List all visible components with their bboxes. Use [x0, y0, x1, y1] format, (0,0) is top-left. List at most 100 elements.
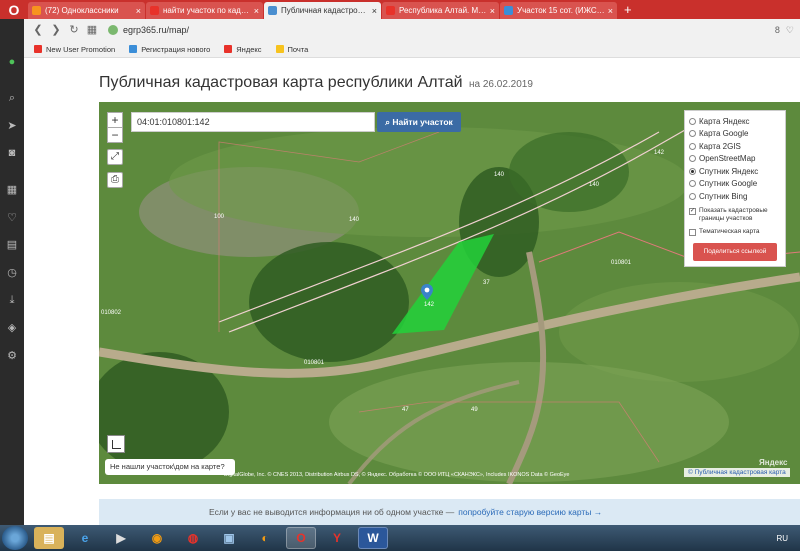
parcel-label: 140 — [589, 182, 600, 188]
whatsapp-icon[interactable]: ● — [5, 55, 19, 69]
tab-plot[interactable]: Участок 15 сот. (ИЖС) — × — [500, 2, 617, 19]
language-indicator[interactable]: RU — [776, 534, 788, 543]
measure-tool-button[interactable]: ⤢ — [107, 149, 123, 165]
layer-switcher: Карта Яндекс Карта Google Карта 2GIS Ope… — [684, 110, 786, 267]
radio-icon — [689, 130, 696, 138]
page-title: Публичная кадастровая карта республики А… — [99, 74, 533, 92]
gear-icon[interactable]: ⚙ — [5, 349, 19, 363]
layer-2gis-map[interactable]: Карта 2GIS — [689, 140, 781, 153]
cadastral-map[interactable]: + − ⤢ ⎙ 04:01:010801:142 ⌕ Найти участок… — [99, 102, 800, 484]
media-icon[interactable]: ◉ — [142, 527, 172, 549]
opera-menu-icon[interactable]: O — [0, 0, 28, 19]
layer-label: Карта 2GIS — [699, 141, 741, 151]
bookmark-label: Яндекс — [236, 44, 262, 54]
opera-sidebar: ● ⌕ ➤ ◙ ▦ ♡ ▤ ◷ ⤓ ◈ ⚙ — [0, 19, 24, 525]
layer-yandex-satellite[interactable]: Спутник Яндекс — [689, 165, 781, 178]
show-boundaries-label: Показать кадастровые границы участков — [699, 206, 768, 222]
bookmark-icon — [34, 45, 42, 53]
old-version-link[interactable]: попробуйте старую версию карты → — [458, 507, 602, 517]
camera-icon[interactable]: ◙ — [5, 146, 19, 160]
forward-button[interactable]: ❯ — [48, 22, 64, 38]
not-found-link[interactable]: Не нашли участок\дом на карте? — [105, 459, 235, 475]
page-content: Публичная кадастровая карта республики А… — [24, 58, 800, 525]
bookmark-item[interactable]: Регистрация нового — [129, 45, 210, 54]
layer-google-map[interactable]: Карта Google — [689, 128, 781, 141]
bookmark-item[interactable]: Яндекс — [224, 44, 262, 54]
speed-dial-icon[interactable]: ▦ — [84, 22, 100, 38]
layer-yandex-map[interactable]: Карта Яндекс — [689, 115, 781, 128]
explorer-icon[interactable]: ▤ — [34, 527, 64, 549]
firefox-icon[interactable]: ◐ — [250, 527, 280, 549]
radio-selected-icon — [689, 167, 696, 175]
public-cadastral-map-link[interactable]: © Публичная кадастровая карта — [684, 468, 790, 477]
opera-icon[interactable]: O — [286, 527, 316, 549]
tab-altai[interactable]: Республика Алтай. Майм × — [382, 2, 499, 19]
reload-button[interactable]: ↻ — [66, 22, 82, 38]
radio-icon — [689, 155, 696, 163]
new-tab-button[interactable]: + — [618, 2, 638, 19]
thematic-map-option[interactable]: Тематическая карта — [689, 228, 781, 237]
tab-cadastral-map[interactable]: Публичная кадастровая к × — [264, 2, 381, 19]
share-link-button[interactable]: Поделиться ссылкой — [693, 242, 777, 261]
download-icon[interactable]: ⤓ — [5, 293, 19, 307]
layer-osm[interactable]: OpenStreetMap — [689, 153, 781, 166]
close-icon[interactable]: × — [254, 6, 259, 16]
close-icon[interactable]: × — [608, 6, 613, 16]
news-icon[interactable]: ▤ — [5, 238, 19, 252]
layer-bing-satellite[interactable]: Спутник Bing — [689, 190, 781, 203]
cube-icon[interactable]: ◈ — [5, 321, 19, 335]
close-icon[interactable]: × — [490, 6, 495, 16]
start-button[interactable] — [2, 526, 28, 550]
bookmark-icon — [275, 45, 284, 53]
tab-title: Участок 15 сот. (ИЖС) — — [517, 6, 605, 15]
map-pin-icon[interactable] — [421, 284, 433, 300]
bookmark-item[interactable]: Почта — [275, 44, 309, 54]
yandex-browser-icon[interactable]: Y — [322, 527, 352, 549]
cadastral-number-input[interactable]: 04:01:010801:142 — [131, 112, 375, 132]
adblock-count[interactable]: 8 — [775, 25, 780, 35]
tab-search[interactable]: найти участок по кадастр × — [146, 2, 263, 19]
search-icon[interactable]: ⌕ — [5, 91, 19, 105]
history-icon[interactable]: ◷ — [5, 266, 19, 280]
tab-favicon-icon — [386, 6, 395, 15]
lock-icon — [108, 25, 118, 35]
chrome-icon[interactable]: ◍ — [178, 527, 208, 549]
zoom-out-button[interactable]: − — [107, 127, 123, 143]
media-player-icon[interactable]: ▶ — [106, 527, 136, 549]
parcel-label: 142 — [424, 302, 435, 308]
back-button[interactable]: ❮ — [30, 22, 46, 38]
zoom-in-button[interactable]: + — [107, 112, 123, 128]
close-icon[interactable]: × — [136, 6, 141, 16]
word-icon[interactable]: W — [358, 527, 388, 549]
find-plot-label: Найти участок — [392, 117, 453, 127]
print-button[interactable]: ⎙ — [107, 172, 123, 188]
layer-google-satellite[interactable]: Спутник Google — [689, 178, 781, 191]
tab-favicon-icon — [32, 6, 41, 15]
url-field[interactable]: egrp365.ru/map/ — [108, 22, 775, 38]
ie-icon[interactable]: e — [70, 527, 100, 549]
tab-favicon-icon — [268, 6, 277, 15]
parcel-label: 47 — [402, 407, 409, 413]
close-icon[interactable]: × — [372, 6, 377, 16]
fullscreen-button[interactable] — [107, 435, 125, 453]
checkbox-icon — [689, 228, 696, 236]
tab-odnoklassniki[interactable]: (72) Одноклассники × — [28, 2, 145, 19]
parcel-label: 010802 — [101, 310, 122, 316]
layer-label: Спутник Google — [699, 179, 758, 189]
grid-icon[interactable]: ▦ — [5, 183, 19, 197]
parcel-label: 140 — [494, 172, 505, 178]
tab-title: найти участок по кадастр — [163, 6, 251, 15]
layer-label: Карта Яндекс — [699, 116, 750, 126]
find-plot-button[interactable]: ⌕ Найти участок — [377, 112, 461, 132]
tab-title: Республика Алтай. Майм — [399, 6, 487, 15]
parcel-label: 100 — [214, 214, 225, 220]
heart-icon[interactable]: ♡ — [5, 211, 19, 225]
bookmark-item[interactable]: New User Promotion — [34, 45, 115, 54]
heart-icon[interactable]: ♡ — [786, 25, 794, 36]
parcel-label: 010801 — [304, 360, 325, 366]
send-icon[interactable]: ➤ — [5, 119, 19, 133]
network-icon[interactable]: ▣ — [214, 527, 244, 549]
show-boundaries-option[interactable]: ✓ Показать кадастровые границы участков — [689, 207, 781, 225]
info-bar: Если у вас не выводится информация ни об… — [99, 499, 800, 525]
bookmark-label: Почта — [287, 44, 309, 54]
